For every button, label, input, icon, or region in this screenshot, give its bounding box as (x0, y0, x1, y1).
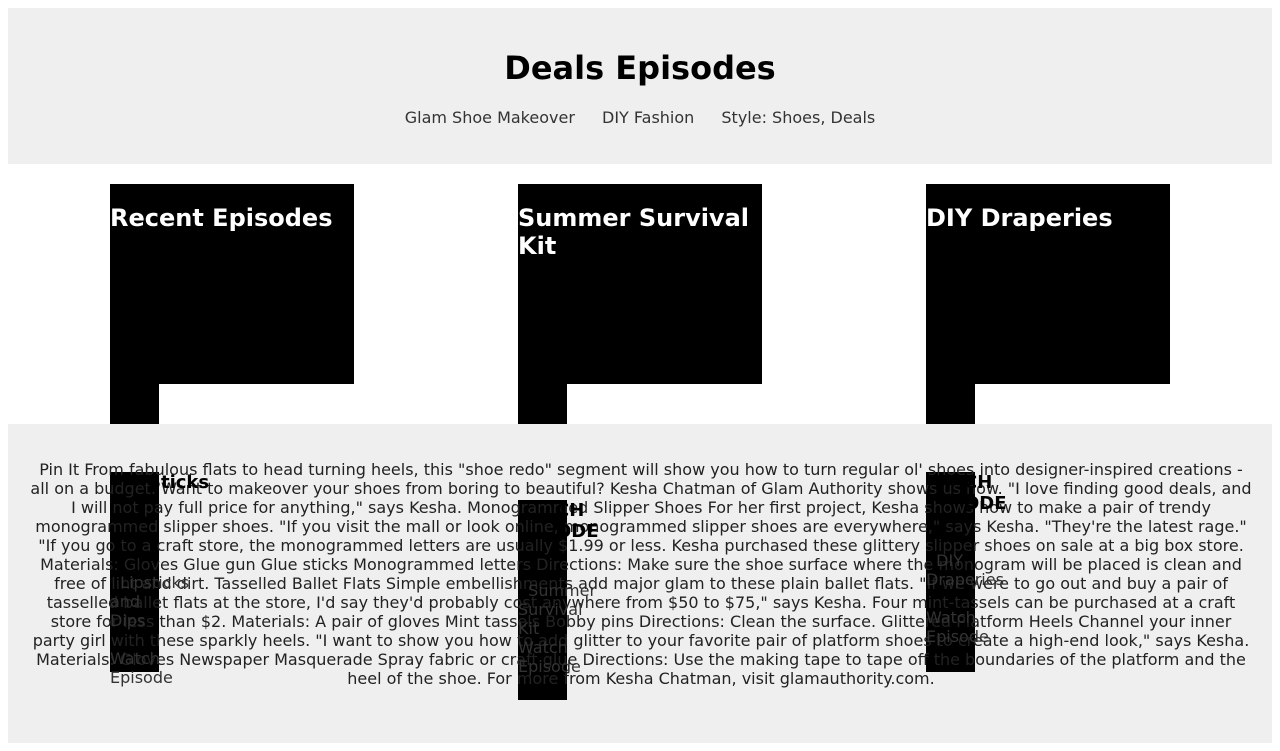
card-title: Summer Survival Kit (518, 204, 749, 260)
episode-label-diy-draperies[interactable]: DIY Draperies Watch Episode (926, 532, 1004, 646)
watch-episode-link: Episode (518, 657, 581, 676)
watch-episode-link: Watch (518, 638, 568, 657)
episode-label-line: Lipsticks (120, 573, 190, 592)
card-title: DIY Draperies (926, 204, 1113, 232)
recent-episodes-card[interactable]: Recent Episodes (110, 184, 354, 384)
page-header: Deals Episodes Glam Shoe Makeover DIY Fa… (8, 8, 1272, 164)
nav-link-diy-fashion[interactable]: DIY Fashion (602, 108, 694, 127)
nav-link-glam-shoe-makeover[interactable]: Glam Shoe Makeover (405, 108, 575, 127)
episode-title-summer-survival-kit[interactable]: CH ODE (556, 500, 599, 542)
episode-label-line: Draperies (926, 570, 1004, 589)
episode-title-diy-draperies[interactable]: CH ODE (964, 472, 1007, 514)
episode-label-line: and (110, 592, 141, 611)
episode-label-line: Kit (518, 619, 540, 638)
card-title: Recent Episodes (110, 204, 333, 232)
episode-label-summer-survival-kit[interactable]: Summer Survival Kit Watch Episode (518, 562, 596, 676)
watch-episode-link: Watch (110, 649, 160, 668)
episode-nav: Glam Shoe Makeover DIY Fashion Style: Sh… (8, 108, 1272, 128)
episode-label-line: Dips (110, 611, 146, 630)
watch-episode-link: Episode (926, 627, 989, 646)
watch-episode-link: Watch (926, 608, 976, 627)
page-title: Deals Episodes (504, 49, 776, 87)
episode-label-line: Survival (518, 600, 583, 619)
watch-episode-link: Episode (110, 668, 173, 687)
episode-label-line: DIY (936, 551, 963, 570)
nav-link-style-shoes-deals[interactable]: Style: Shoes, Deals (721, 108, 875, 127)
diy-draperies-card[interactable]: DIY Draperies (926, 184, 1170, 384)
summer-survival-kit-card[interactable]: Summer Survival Kit (518, 184, 762, 384)
episode-label-line: Summer (528, 581, 597, 600)
episode-label-lipsticks[interactable]: Lipsticks and Dips Watch Episode (110, 554, 189, 687)
episode-title-lipsticks[interactable]: Sticks (148, 472, 209, 493)
article-body: Pin It From fabulous flats to head turni… (30, 460, 1252, 688)
